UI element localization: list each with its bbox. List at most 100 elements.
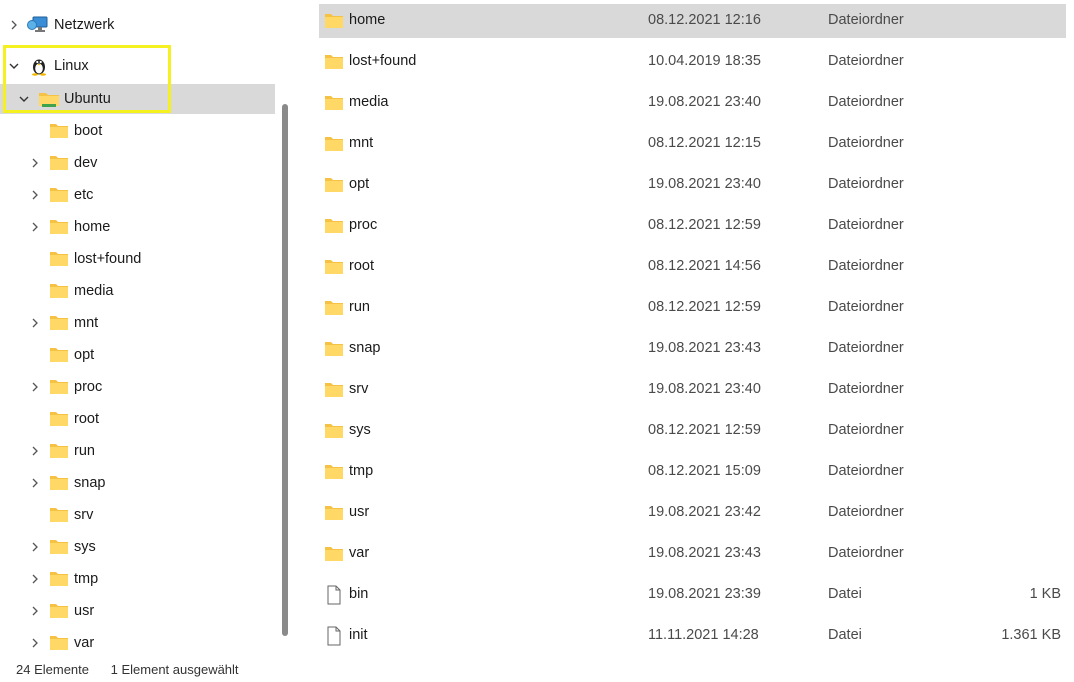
chevron-right-icon[interactable] [28,380,42,394]
folder-icon [48,601,70,621]
item-count: 24 Elemente [16,662,89,677]
nav-label-folder: opt [74,347,95,363]
chevron-right-icon[interactable] [28,444,42,458]
nav-item-folder[interactable]: proc [0,372,275,402]
file-name: snap [349,340,381,356]
file-row[interactable]: root 08.12.2021 14:56 Dateiordner [319,250,1066,284]
folder-icon [324,299,344,317]
file-row[interactable]: lost+found 10.04.2019 18:35 Dateiordner [319,45,1066,79]
file-size: 1 KB [1029,586,1061,602]
nav-label-network: Netzwerk [54,17,115,33]
folder-icon [48,153,70,173]
chevron-right-icon[interactable] [28,636,42,650]
file-row[interactable]: opt 19.08.2021 23:40 Dateiordner [319,168,1066,202]
file-type: Dateiordner [828,504,904,520]
nav-item-folder[interactable]: run [0,436,275,466]
file-row[interactable]: init 11.11.2021 14:28 Datei 1.361 KB [319,619,1066,653]
folder-icon [48,345,70,365]
chevron-right-icon[interactable] [7,18,21,32]
nav-item-folder[interactable]: sys [0,532,275,562]
nav-item-folder[interactable]: opt [0,340,275,370]
chevron-right-icon[interactable] [28,604,42,618]
chevron-right-icon[interactable] [28,156,42,170]
nav-item-folder[interactable]: snap [0,468,275,498]
chevron-right-icon[interactable] [28,316,42,330]
network-icon [27,15,49,35]
nav-item-folder[interactable]: lost+found [0,244,275,274]
file-name: srv [349,381,369,397]
nav-item-folder[interactable]: root [0,404,275,434]
file-row[interactable]: usr 19.08.2021 23:42 Dateiordner [319,496,1066,530]
file-date: 11.11.2021 14:28 [648,627,759,643]
file-row[interactable]: home 08.12.2021 12:16 Dateiordner [319,4,1066,38]
nav-item-folder[interactable]: srv [0,500,275,530]
nav-item-linux[interactable]: Linux [0,51,275,81]
nav-item-folder[interactable]: etc [0,180,275,210]
nav-item-folder[interactable]: dev [0,148,275,178]
distro-folder-icon [38,89,60,109]
file-row[interactable]: sys 08.12.2021 12:59 Dateiordner [319,414,1066,448]
file-row[interactable]: proc 08.12.2021 12:59 Dateiordner [319,209,1066,243]
nav-label-folder: lost+found [74,251,142,267]
file-list: home 08.12.2021 12:16 Dateiordner lost+fou… [319,0,1074,660]
file-name: var [349,545,370,561]
chevron-right-icon[interactable] [28,476,42,490]
file-row[interactable]: var 19.08.2021 23:43 Dateiordner [319,537,1066,571]
nav-scrollbar[interactable] [282,104,288,636]
folder-icon [48,537,70,557]
nav-item-ubuntu[interactable]: Ubuntu [0,84,275,114]
chevron-down-icon[interactable] [17,92,31,106]
selection-count: 1 Element ausgewählt [110,662,239,677]
folder-icon [48,121,70,141]
folder-icon [48,249,70,269]
file-row[interactable]: tmp 08.12.2021 15:09 Dateiordner [319,455,1066,489]
file-type: Dateiordner [828,135,904,151]
file-type: Datei [828,586,862,602]
nav-item-folder[interactable]: home [0,212,275,242]
chevron-right-icon[interactable] [28,540,42,554]
file-type: Datei [828,627,862,643]
nav-label-folder: snap [74,475,106,491]
file-row[interactable]: srv 19.08.2021 23:40 Dateiordner [319,373,1066,407]
file-name: root [349,258,374,274]
file-type: Dateiordner [828,463,904,479]
nav-label-folder: mnt [74,315,99,331]
file-date: 19.08.2021 23:42 [648,504,761,520]
file-type: Dateiordner [828,94,904,110]
file-name: init [349,627,368,643]
file-row[interactable]: run 08.12.2021 12:59 Dateiordner [319,291,1066,325]
chevron-right-icon[interactable] [28,220,42,234]
file-icon [324,626,344,646]
file-name: run [349,299,370,315]
nav-item-folder[interactable]: var [0,628,275,658]
file-row[interactable]: media 19.08.2021 23:40 Dateiordner [319,86,1066,120]
nav-item-folder[interactable]: media [0,276,275,306]
folder-icon [324,135,344,153]
file-name: usr [349,504,370,520]
status-bar: 24 Elemente 1 Element ausgewählt [16,662,257,682]
nav-label-folder: tmp [74,571,99,587]
folder-icon [48,377,70,397]
file-size: 1.361 KB [1001,627,1061,643]
folder-icon [324,381,344,399]
folder-icon [324,340,344,358]
nav-item-folder[interactable]: boot [0,116,275,146]
file-date: 08.12.2021 12:59 [648,422,761,438]
nav-item-network[interactable]: Netzwerk [0,10,275,40]
nav-item-folder[interactable]: tmp [0,564,275,594]
file-row[interactable]: snap 19.08.2021 23:43 Dateiordner [319,332,1066,366]
file-row[interactable]: bin 19.08.2021 23:39 Datei 1 KB [319,578,1066,612]
file-name: media [349,94,389,110]
folder-icon [324,258,344,276]
file-type: Dateiordner [828,381,904,397]
chevron-down-icon[interactable] [7,59,21,73]
chevron-right-icon[interactable] [28,188,42,202]
chevron-right-icon[interactable] [28,572,42,586]
folder-icon [48,281,70,301]
file-type: Dateiordner [828,53,904,69]
nav-item-folder[interactable]: usr [0,596,275,626]
file-row[interactable]: mnt 08.12.2021 12:15 Dateiordner [319,127,1066,161]
folder-icon [324,176,344,194]
nav-item-folder[interactable]: mnt [0,308,275,338]
nav-label-folder: etc [74,187,94,203]
